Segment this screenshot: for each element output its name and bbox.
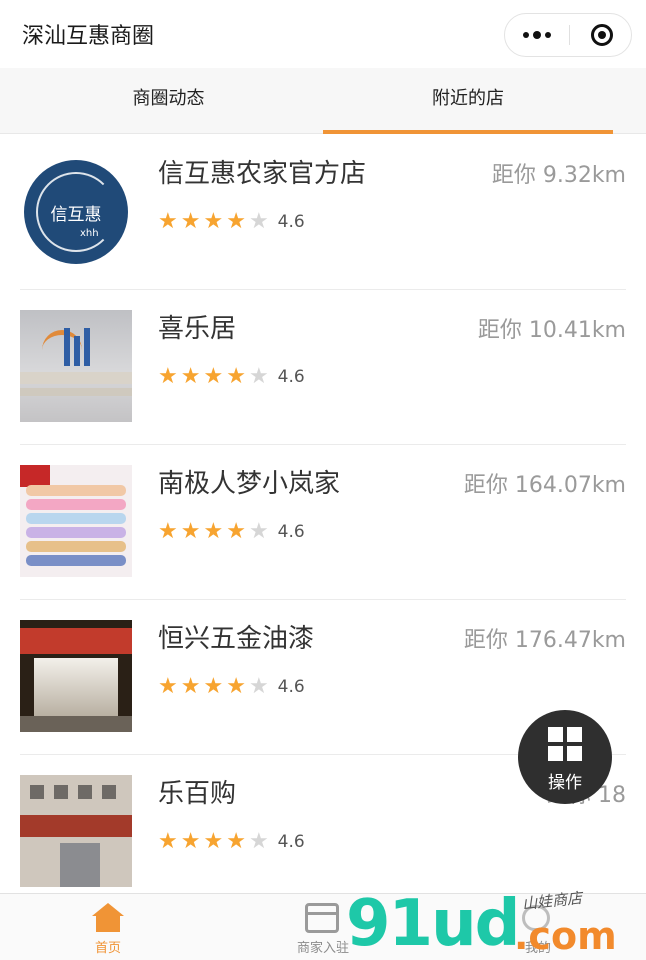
star-empty-icon: ★ xyxy=(248,829,269,854)
store-name: 喜乐居 xyxy=(158,314,237,344)
star-icon: ★ xyxy=(203,519,224,544)
home-icon xyxy=(92,903,124,933)
store-photo xyxy=(20,310,132,422)
store-photo xyxy=(20,775,132,887)
store-item[interactable]: 信互惠 xhh 信互惠农家官方店 距你 9.32km ★ ★ ★ ★ ★ 4.6 xyxy=(20,135,626,290)
star-icon: ★ xyxy=(203,209,224,234)
star-empty-icon: ★ xyxy=(248,519,269,544)
rating-score: 4.6 xyxy=(277,522,305,542)
tab-news-label: 商圈动态 xyxy=(132,88,205,109)
fab-label: 操作 xyxy=(548,773,582,793)
star-icon: ★ xyxy=(158,829,178,854)
tab-nearby-stores[interactable]: 附近的店 xyxy=(323,68,613,134)
rating-score: 4.6 xyxy=(277,367,305,387)
tabbar-item-home[interactable]: 首页 xyxy=(28,894,188,960)
star-icon: ★ xyxy=(180,674,201,699)
operation-fab-button[interactable]: 操作 xyxy=(518,710,612,804)
star-icon: ★ xyxy=(226,674,246,699)
tabbar-item-merchant-join[interactable]: 商家入驻 xyxy=(243,894,403,960)
star-icon: ★ xyxy=(203,829,224,854)
user-icon xyxy=(522,905,550,931)
app-title: 深汕互惠商圈 xyxy=(22,24,155,49)
star-icon: ★ xyxy=(180,364,201,389)
star-icon: ★ xyxy=(203,674,224,699)
star-icon: ★ xyxy=(158,209,178,234)
more-menu-icon[interactable] xyxy=(505,14,569,56)
store-distance: 距你 9.32km xyxy=(491,163,626,188)
star-icon: ★ xyxy=(226,209,246,234)
title-bar: 深汕互惠商圈 xyxy=(0,0,646,68)
store-name: 恒兴五金油漆 xyxy=(158,624,315,654)
star-empty-icon: ★ xyxy=(248,674,269,699)
rating-score: 4.6 xyxy=(277,212,305,232)
rating-score: 4.6 xyxy=(277,677,305,697)
store-logo: 信互惠 xhh xyxy=(24,160,128,264)
tab-news[interactable]: 商圈动态 xyxy=(14,68,323,134)
store-item[interactable]: 南极人梦小岚家 距你 164.07km ★ ★ ★ ★ ★ 4.6 xyxy=(20,445,626,600)
store-name: 乐百购 xyxy=(158,779,237,809)
active-tab-indicator xyxy=(323,130,613,134)
tabbar-label: 我的 xyxy=(524,941,551,956)
tabbar-label: 首页 xyxy=(94,941,121,956)
bottom-tab-bar: 首页 商家入驻 我的 xyxy=(0,893,646,960)
tabbar-item-mine[interactable]: 我的 xyxy=(458,894,618,960)
store-rating: ★ ★ ★ ★ ★ 4.6 xyxy=(158,366,305,388)
store-distance: 距你 164.07km xyxy=(463,473,626,498)
store-photo xyxy=(20,465,132,577)
star-empty-icon: ★ xyxy=(248,364,269,389)
top-tabs: 商圈动态 附近的店 xyxy=(0,68,646,134)
star-icon: ★ xyxy=(226,829,246,854)
mini-program-capsule xyxy=(504,13,632,57)
store-name: 南极人梦小岚家 xyxy=(158,469,341,499)
star-icon: ★ xyxy=(158,519,178,544)
store-distance: 距你 10.41km xyxy=(477,318,626,343)
logo-subtext: xhh xyxy=(80,228,99,239)
tab-nearby-label: 附近的店 xyxy=(432,88,504,109)
star-icon: ★ xyxy=(180,209,201,234)
star-icon: ★ xyxy=(226,519,246,544)
capsule-divider xyxy=(569,25,570,45)
shop-icon xyxy=(305,903,339,933)
store-photo xyxy=(20,620,132,732)
store-rating: ★ ★ ★ ★ ★ 4.6 xyxy=(158,676,305,698)
star-icon: ★ xyxy=(158,674,178,699)
star-icon: ★ xyxy=(226,364,246,389)
store-rating: ★ ★ ★ ★ ★ 4.6 xyxy=(158,521,305,543)
store-name: 信互惠农家官方店 xyxy=(158,159,367,189)
logo-text: 信互惠 xyxy=(50,205,102,225)
rating-score: 4.6 xyxy=(277,832,305,852)
store-rating: ★ ★ ★ ★ ★ 4.6 xyxy=(158,831,305,853)
store-rating: ★ ★ ★ ★ ★ 4.6 xyxy=(158,211,305,233)
star-icon: ★ xyxy=(180,519,201,544)
star-icon: ★ xyxy=(203,364,224,389)
store-distance: 距你 176.47km xyxy=(463,628,626,653)
grid-icon xyxy=(548,727,582,761)
store-item[interactable]: 喜乐居 距你 10.41km ★ ★ ★ ★ ★ 4.6 xyxy=(20,290,626,445)
star-icon: ★ xyxy=(158,364,178,389)
close-program-icon[interactable] xyxy=(591,24,613,46)
star-empty-icon: ★ xyxy=(248,209,269,234)
star-icon: ★ xyxy=(180,829,201,854)
tabbar-label: 商家入驻 xyxy=(296,941,349,956)
